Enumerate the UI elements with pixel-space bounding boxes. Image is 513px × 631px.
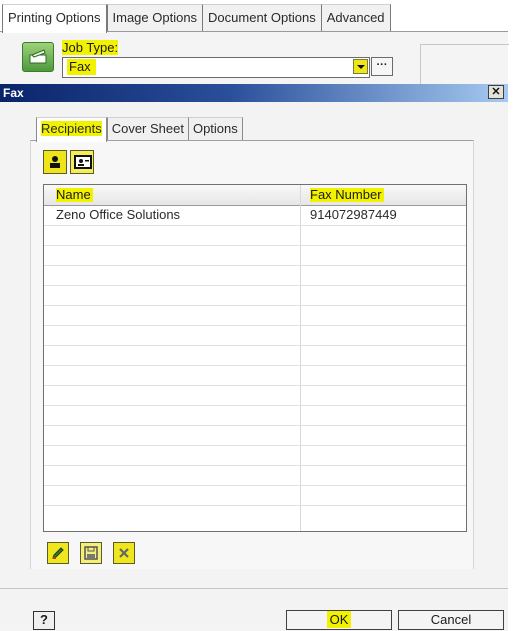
ok-button[interactable]: OK bbox=[286, 610, 392, 630]
job-type-value: Fax bbox=[67, 59, 96, 75]
row-divider bbox=[44, 405, 466, 406]
cell-name: Zeno Office Solutions bbox=[56, 207, 181, 222]
tab-options[interactable]: Options bbox=[187, 117, 243, 140]
tab-image-options[interactable]: Image Options bbox=[106, 4, 203, 31]
row-divider bbox=[44, 425, 466, 426]
tab-printing-options[interactable]: Printing Options bbox=[2, 4, 107, 33]
delete-recipient-button[interactable] bbox=[113, 542, 135, 564]
fax-title-bar[interactable]: Fax bbox=[0, 84, 508, 102]
row-divider bbox=[44, 485, 466, 486]
row-divider bbox=[44, 325, 466, 326]
row-divider bbox=[44, 445, 466, 446]
table-row[interactable]: Zeno Office Solutions 914072987449 bbox=[44, 205, 466, 225]
outer-tab-strip: Printing Options Image Options Document … bbox=[2, 4, 391, 33]
divider bbox=[0, 588, 508, 589]
job-type-more-button[interactable]: ··· bbox=[371, 57, 393, 76]
close-button[interactable]: ✕ bbox=[488, 85, 504, 99]
row-divider bbox=[44, 345, 466, 346]
column-header-name[interactable]: Name bbox=[56, 188, 93, 202]
cancel-button[interactable]: Cancel bbox=[398, 610, 504, 630]
edit-recipient-button[interactable] bbox=[47, 542, 69, 564]
row-divider bbox=[44, 245, 466, 246]
row-divider bbox=[44, 385, 466, 386]
edit-pencil-icon bbox=[52, 547, 64, 559]
address-book-icon bbox=[74, 155, 92, 169]
row-divider bbox=[44, 225, 466, 226]
table-header: Name Fax Number bbox=[44, 185, 466, 206]
recipients-table[interactable]: Name Fax Number Zeno Office Solutions 91… bbox=[43, 184, 467, 532]
person-icon bbox=[50, 156, 60, 168]
ok-button-label: OK bbox=[326, 611, 352, 628]
tab-recipients[interactable]: Recipients bbox=[36, 117, 107, 142]
column-header-fax-number[interactable]: Fax Number bbox=[310, 188, 384, 202]
row-divider bbox=[44, 305, 466, 306]
help-button[interactable]: ? bbox=[33, 611, 55, 630]
fax-tab-strip: Recipients Cover Sheet Options bbox=[36, 117, 243, 142]
delete-x-icon bbox=[119, 548, 129, 558]
printer-arrow-icon bbox=[22, 42, 54, 72]
tab-advanced[interactable]: Advanced bbox=[320, 4, 391, 31]
tab-document-options[interactable]: Document Options bbox=[202, 4, 321, 31]
chevron-down-icon[interactable] bbox=[353, 59, 368, 74]
row-divider bbox=[44, 265, 466, 266]
add-recipient-button[interactable] bbox=[43, 150, 67, 174]
cell-fax-number: 914072987449 bbox=[310, 207, 397, 222]
save-disk-icon bbox=[84, 546, 98, 560]
job-type-label: Job Type: bbox=[62, 40, 119, 55]
dialog-title: Fax bbox=[3, 86, 24, 100]
row-divider bbox=[44, 365, 466, 366]
job-type-select[interactable]: Fax bbox=[62, 57, 370, 78]
tab-recipients-label: Recipients bbox=[41, 121, 102, 136]
address-book-button[interactable] bbox=[70, 150, 94, 174]
column-divider bbox=[300, 185, 301, 531]
save-recipient-button[interactable] bbox=[80, 542, 102, 564]
row-divider bbox=[44, 465, 466, 466]
row-divider bbox=[44, 285, 466, 286]
settings-group-frame bbox=[420, 44, 509, 85]
tab-cover-sheet[interactable]: Cover Sheet bbox=[106, 117, 188, 140]
row-divider bbox=[44, 505, 466, 506]
